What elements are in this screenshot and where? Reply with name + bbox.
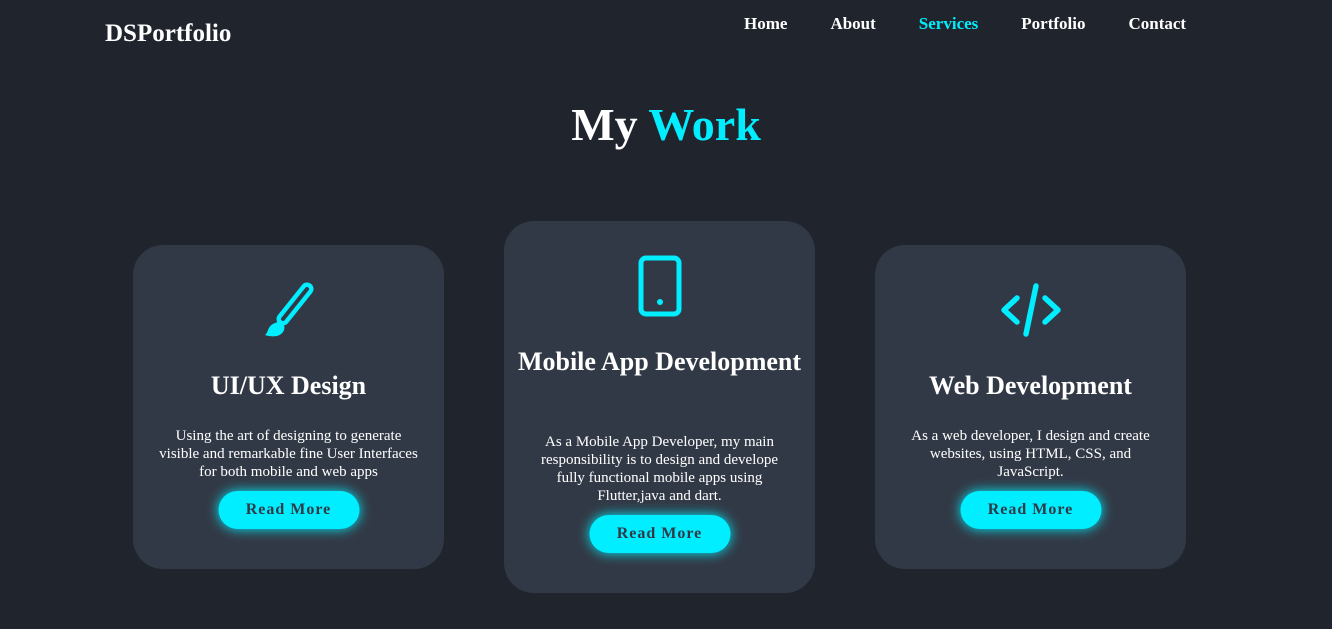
heading-main: My bbox=[571, 99, 638, 150]
service-card-web: Web Development As a web developer, I de… bbox=[875, 245, 1186, 569]
nav-link-contact[interactable]: Contact bbox=[1128, 14, 1186, 34]
card-title: Mobile App Development bbox=[517, 347, 802, 376]
mobile-phone-icon bbox=[504, 255, 815, 317]
nav-link-portfolio[interactable]: Portfolio bbox=[1021, 14, 1085, 34]
card-title: Web Development bbox=[929, 371, 1132, 400]
heading-accent: Work bbox=[648, 99, 761, 150]
service-card-uiux: UI/UX Design Using the art of designing … bbox=[133, 245, 444, 569]
nav-link-home[interactable]: Home bbox=[744, 14, 787, 34]
card-description: As a web developer, I design and create … bbox=[911, 428, 1150, 480]
site-logo[interactable]: DSPortfolio bbox=[105, 19, 231, 49]
card-description: Using the art of designing to generate v… bbox=[159, 428, 418, 480]
card-description: As a Mobile App Developer, my main respo… bbox=[540, 434, 779, 504]
section-heading: My Work bbox=[0, 98, 1332, 152]
service-card-mobile: Mobile App Development As a Mobile App D… bbox=[504, 221, 815, 593]
nav-link-services[interactable]: Services bbox=[919, 14, 978, 34]
read-more-button[interactable]: Read More bbox=[218, 491, 359, 529]
code-icon bbox=[875, 280, 1186, 342]
card-title: UI/UX Design bbox=[210, 371, 367, 400]
paintbrush-icon bbox=[133, 280, 444, 342]
main-nav: Home About Services Portfolio Contact bbox=[744, 14, 1186, 34]
read-more-button[interactable]: Read More bbox=[960, 491, 1101, 529]
nav-link-about[interactable]: About bbox=[830, 14, 875, 34]
read-more-button[interactable]: Read More bbox=[589, 515, 730, 553]
